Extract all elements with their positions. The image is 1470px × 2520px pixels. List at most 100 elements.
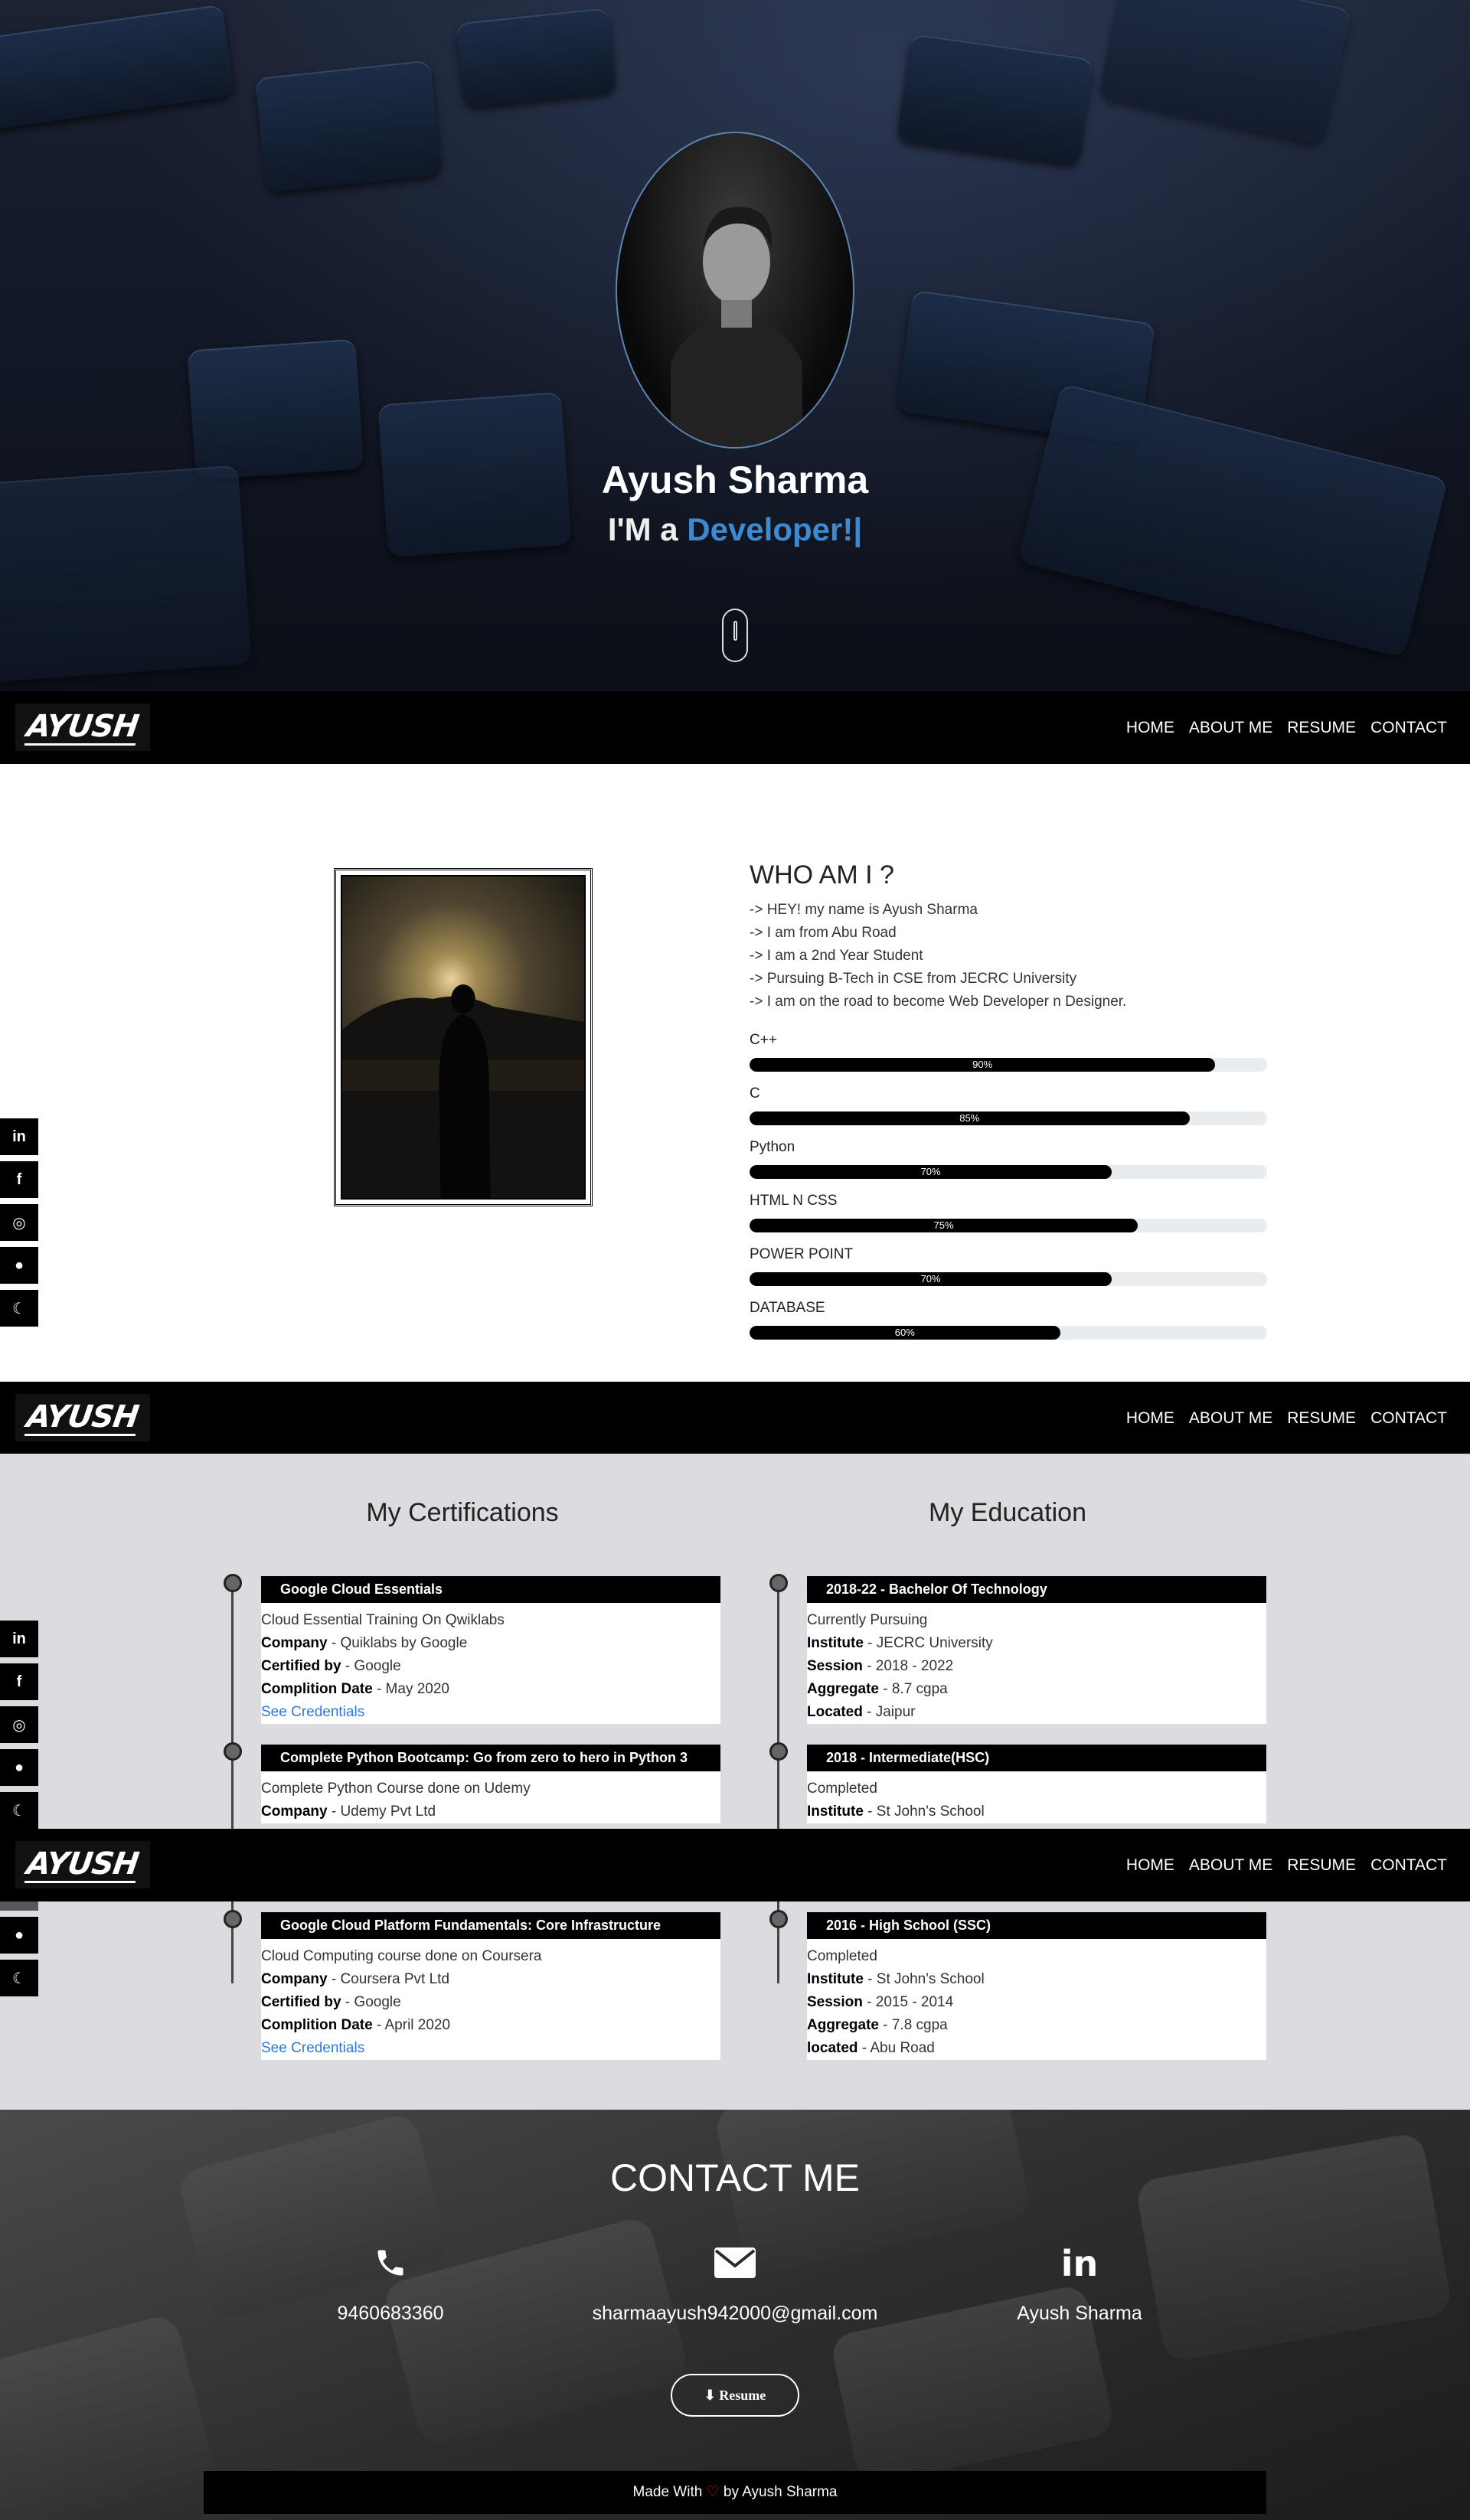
github-icon[interactable]: ● xyxy=(0,1749,38,1786)
facebook-icon[interactable]: f xyxy=(0,1663,38,1700)
certification-card: Google Cloud Essentials Cloud Essential T… xyxy=(261,1576,720,1724)
scroll-down-icon[interactable] xyxy=(722,609,748,662)
nav-home[interactable]: HOME xyxy=(1126,1409,1174,1428)
linkedin-icon[interactable]: in xyxy=(0,1118,38,1155)
card-field: Aggregate - 7.8 cgpa xyxy=(807,2014,1266,2037)
field-value: - 2018 - 2022 xyxy=(862,1658,954,1674)
card-field: Institute - St John's School xyxy=(807,1800,1266,1823)
skill-progress-bar: 70% xyxy=(750,1165,1267,1179)
about-line: -> I am a 2nd Year Student xyxy=(750,948,923,964)
field-label: Aggregate xyxy=(807,1681,879,1697)
facebook-icon[interactable]: f xyxy=(0,1161,38,1198)
card-body: Completed Institute - St John's School xyxy=(807,1771,1266,1823)
footer: Made With ♡ by Ayush Sharma xyxy=(204,2471,1266,2514)
resume-download-button[interactable]: ⬇ Resume xyxy=(671,2374,799,2417)
card-header: Complete Python Bootcamp: Go from zero t… xyxy=(261,1745,720,1771)
field-value: - JECRC University xyxy=(863,1635,993,1651)
card-header: 2018-22 - Bachelor Of Technology xyxy=(807,1576,1266,1603)
field-label: Company xyxy=(261,1803,328,1820)
nav-home[interactable]: HOME xyxy=(1126,719,1174,737)
navbar-sticky: AYUSH HOME ABOUT ME RESUME CONTACT xyxy=(0,1382,1470,1454)
instagram-icon[interactable]: ◎ xyxy=(0,1706,38,1743)
nav-home[interactable]: HOME xyxy=(1126,1856,1174,1875)
contact-section: CONTACT ME 9460683360 sharmaayush942000@… xyxy=(0,2110,1470,2520)
envelope-icon xyxy=(712,2246,758,2289)
logo[interactable]: AYUSH xyxy=(15,1841,150,1888)
contact-email[interactable]: sharmaayush942000@gmail.com xyxy=(582,2303,888,2325)
instagram-icon[interactable]: ◎ xyxy=(0,1204,38,1241)
skill-progress-fill: 70% xyxy=(750,1165,1112,1179)
see-credentials-link[interactable]: See Credentials xyxy=(261,2040,364,2056)
timeline-dot xyxy=(224,1742,242,1761)
nav-resume[interactable]: RESUME xyxy=(1287,1409,1356,1428)
nav-about[interactable]: ABOUT ME xyxy=(1189,719,1272,737)
card-field: Aggregate - 8.7 cgpa xyxy=(807,1678,1266,1701)
field-label: Institute xyxy=(807,1971,864,1987)
timeline-dot xyxy=(769,1910,788,1928)
navbar: AYUSH HOME ABOUT ME RESUME CONTACT xyxy=(0,691,1470,764)
social-sidebar: in f ◎ ● ☾ xyxy=(0,1621,38,1829)
footer-suffix: by Ayush Sharma xyxy=(719,2484,838,2500)
moon-icon[interactable]: ☾ xyxy=(0,1960,38,1996)
field-label: Institute xyxy=(807,1803,864,1820)
card-header: Google Cloud Platform Fundamentals: Core… xyxy=(261,1912,720,1939)
nav-about[interactable]: ABOUT ME xyxy=(1189,1856,1272,1875)
social-sidebar: ◎ ● ☾ xyxy=(0,1901,38,2006)
nav-resume[interactable]: RESUME xyxy=(1287,719,1356,737)
skill-label: Python xyxy=(750,1139,795,1155)
field-value: - Coursera Pvt Ltd xyxy=(327,1971,450,1987)
card-field: Company - Udemy Pvt Ltd xyxy=(261,1800,720,1823)
field-value: - Google xyxy=(341,1994,401,2010)
field-value: - 2015 - 2014 xyxy=(862,1994,954,2010)
hero-tagline: I'M a Developer!| xyxy=(0,511,1470,548)
linkedin-icon[interactable]: in xyxy=(0,1621,38,1657)
card-body: Cloud Computing course done on Coursera C… xyxy=(261,1939,720,2060)
card-body: Cloud Essential Training On Qwiklabs Comp… xyxy=(261,1603,720,1724)
github-icon[interactable]: ● xyxy=(0,1917,38,1954)
education-title: My Education xyxy=(929,1498,1086,1527)
nav-contact[interactable]: CONTACT xyxy=(1370,1409,1447,1428)
field-value: - Udemy Pvt Ltd xyxy=(327,1803,436,1820)
field-value: - Quiklabs by Google xyxy=(327,1635,468,1651)
hero-section: Ayush Sharma I'M a Developer!| xyxy=(0,0,1470,691)
education-card: 2018 - Intermediate(HSC) Completed Institu… xyxy=(807,1745,1266,1823)
logo[interactable]: AYUSH xyxy=(15,1394,150,1441)
education-card: 2016 - High School (SSC) Completed Institu… xyxy=(807,1912,1266,2060)
logo[interactable]: AYUSH xyxy=(15,703,150,751)
field-value: - May 2020 xyxy=(372,1681,449,1697)
field-label: Complition Date xyxy=(261,1681,373,1697)
profile-photo xyxy=(616,132,854,449)
skill-progress-bar: 70% xyxy=(750,1272,1267,1286)
card-header: 2016 - High School (SSC) xyxy=(807,1912,1266,1939)
skill-progress-fill: 75% xyxy=(750,1219,1138,1232)
nav-resume[interactable]: RESUME xyxy=(1287,1856,1356,1875)
card-header: Google Cloud Essentials xyxy=(261,1576,720,1603)
nav-about[interactable]: ABOUT ME xyxy=(1189,1409,1272,1428)
skill-label: C xyxy=(750,1085,760,1102)
field-value: - April 2020 xyxy=(372,2017,451,2033)
github-icon[interactable]: ● xyxy=(0,1247,38,1284)
skill-label: C++ xyxy=(750,1032,777,1048)
card-field: Institute - St John's School xyxy=(807,1968,1266,1991)
field-value: - Google xyxy=(341,1658,401,1674)
about-photo xyxy=(334,868,593,1206)
contact-linkedin[interactable]: Ayush Sharma xyxy=(965,2303,1194,2325)
contact-title: CONTACT ME xyxy=(610,2156,860,2199)
timeline-dot xyxy=(769,1742,788,1761)
timeline-dot xyxy=(224,1910,242,1928)
contact-phone[interactable]: 9460683360 xyxy=(276,2303,505,2325)
card-field: Company - Quiklabs by Google xyxy=(261,1632,720,1655)
instagram-icon[interactable]: ◎ xyxy=(0,1901,38,1911)
card-body: Currently Pursuing Institute - JECRC Univ… xyxy=(807,1603,1266,1724)
nav-contact[interactable]: CONTACT xyxy=(1370,719,1447,737)
nav-contact[interactable]: CONTACT xyxy=(1370,1856,1447,1875)
about-line: -> I am from Abu Road xyxy=(750,925,897,941)
field-label: Session xyxy=(807,1994,863,2010)
see-credentials-link[interactable]: See Credentials xyxy=(261,1704,364,1720)
field-value: - Jaipur xyxy=(862,1704,916,1720)
resume-section: My Certifications My Education Google Cl… xyxy=(0,1454,1470,2110)
moon-icon[interactable]: ☾ xyxy=(0,1792,38,1829)
about-line: -> Pursuing B-Tech in CSE from JECRC Uni… xyxy=(750,971,1077,987)
phone-icon xyxy=(368,2246,413,2289)
moon-icon[interactable]: ☾ xyxy=(0,1290,38,1327)
